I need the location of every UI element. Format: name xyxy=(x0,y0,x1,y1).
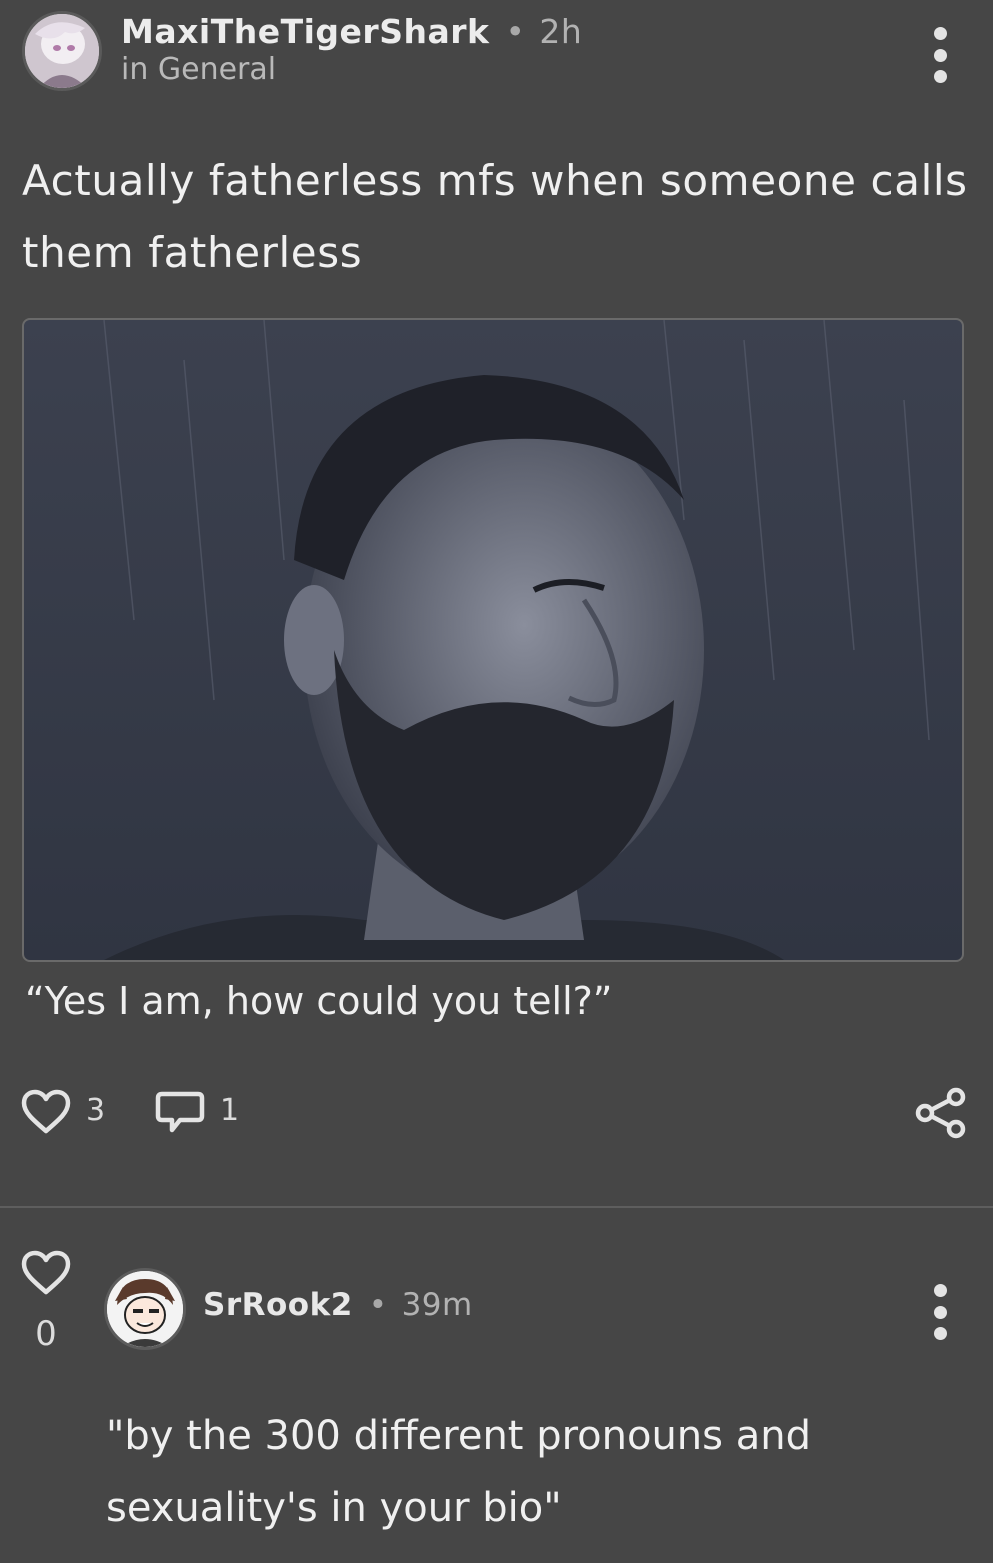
more-vert-icon[interactable] xyxy=(924,1284,956,1340)
post-image[interactable] xyxy=(22,318,964,962)
post-caption: “Yes I am, how could you tell?” xyxy=(25,979,613,1023)
author-avatar[interactable] xyxy=(22,11,102,91)
separator-dot: • xyxy=(368,1287,388,1323)
share-icon xyxy=(915,1087,966,1139)
comment-time: 39m xyxy=(401,1287,473,1323)
commenter-avatar[interactable] xyxy=(104,1268,186,1350)
post-actions: 3 1 xyxy=(20,1087,975,1139)
separator-dot: • xyxy=(505,12,526,51)
comment-text: "by the 300 different pronouns and sexua… xyxy=(106,1413,811,1531)
comment-like-button[interactable] xyxy=(18,1250,74,1300)
post-author-line: MaxiTheTigerShark • 2h xyxy=(121,12,582,51)
like-count: 3 xyxy=(86,1093,106,1128)
author-username[interactable]: MaxiTheTigerShark xyxy=(121,12,489,51)
community-label[interactable]: in General xyxy=(121,52,276,87)
like-button[interactable] xyxy=(20,1089,72,1139)
heart-icon xyxy=(21,1089,71,1134)
commenter-username[interactable]: SrRook2 xyxy=(203,1287,353,1323)
comment-vote: 0 xyxy=(18,1250,74,1354)
post-title: Actually fatherless mfs when someone cal… xyxy=(22,156,968,277)
comment-button[interactable] xyxy=(154,1089,206,1141)
more-vert-icon[interactable] xyxy=(924,27,956,83)
share-button[interactable] xyxy=(914,1087,968,1143)
comment-count: 1 xyxy=(220,1093,240,1128)
section-divider xyxy=(0,1206,993,1208)
comment-bubble-icon xyxy=(155,1091,205,1133)
heart-icon xyxy=(21,1250,71,1295)
comment-like-count: 0 xyxy=(35,1314,57,1354)
post-time: 2h xyxy=(539,12,583,51)
comment-author-line: SrRook2 • 39m xyxy=(203,1287,473,1323)
